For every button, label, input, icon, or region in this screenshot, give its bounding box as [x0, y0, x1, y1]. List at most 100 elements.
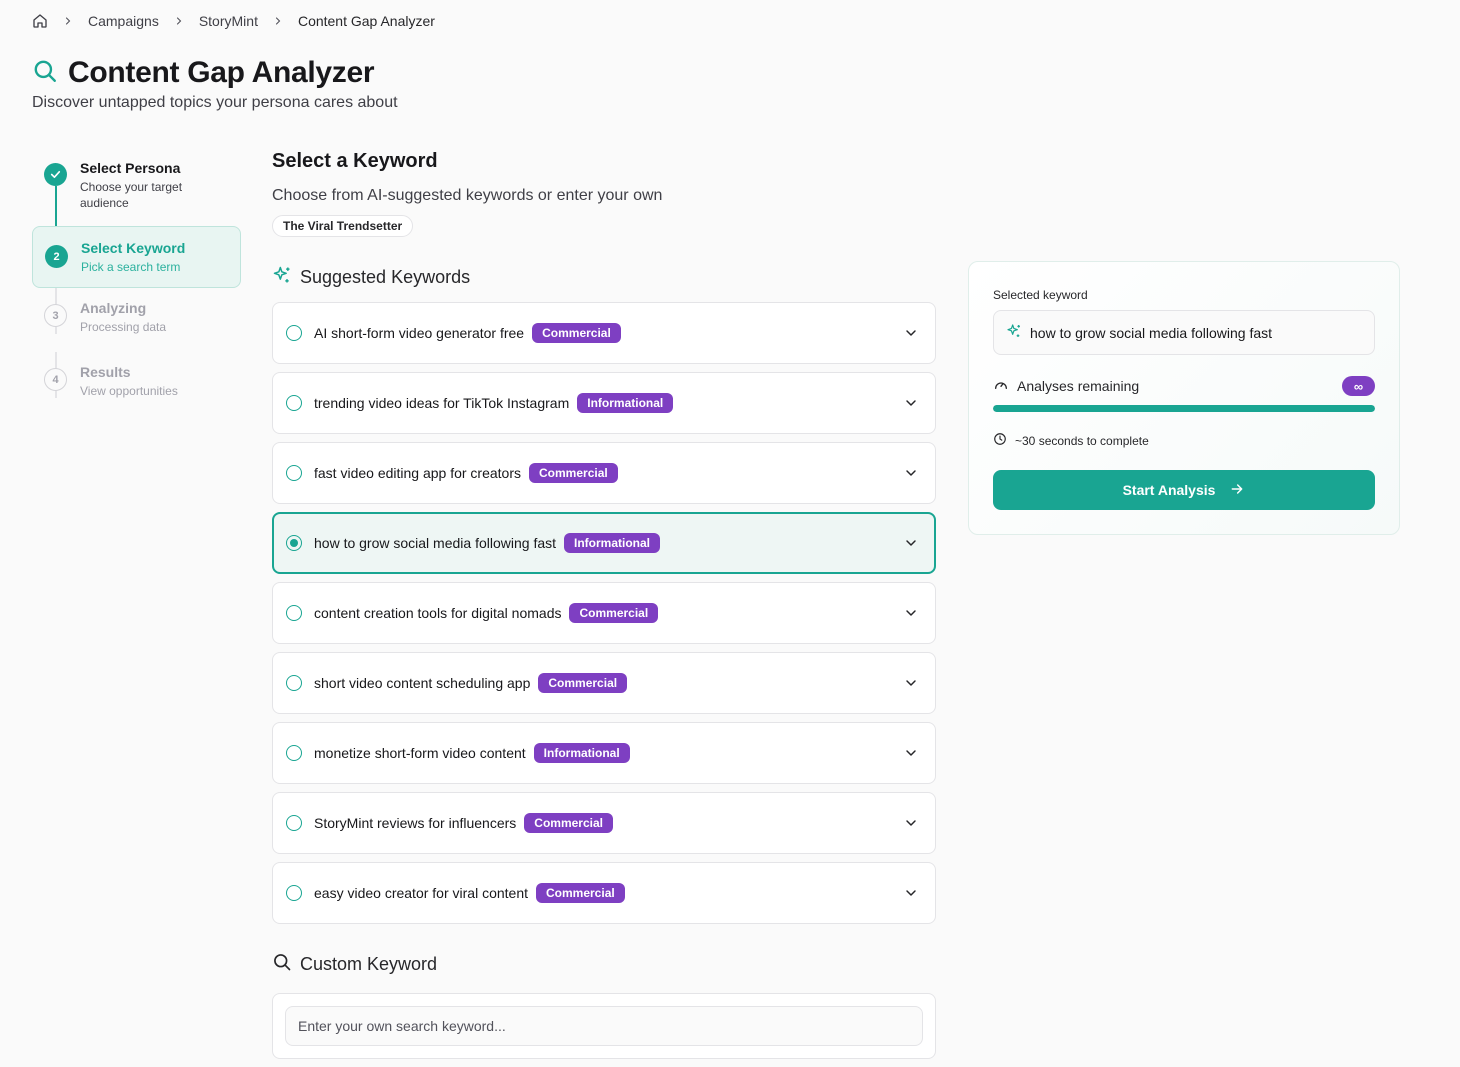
step-select-keyword[interactable]: 2 Select Keyword Pick a search term [32, 226, 241, 288]
home-icon[interactable] [32, 13, 48, 29]
breadcrumb-current: Content Gap Analyzer [297, 13, 435, 29]
progress-fill [993, 405, 1375, 412]
time-estimate-text: ~30 seconds to complete [1015, 433, 1149, 448]
main-content: Select a Keyword Choose from AI-suggeste… [272, 150, 936, 1059]
custom-keyword-box [272, 993, 936, 1059]
radio-button[interactable] [286, 815, 302, 831]
chevron-right-icon [272, 15, 284, 27]
keyword-text: easy video creator for viral content [314, 885, 528, 901]
page-header: Content Gap Analyzer [32, 56, 375, 90]
radio-button[interactable] [286, 885, 302, 901]
chevron-right-icon [62, 15, 74, 27]
radio-button[interactable] [286, 465, 302, 481]
intent-badge: Commercial [524, 813, 613, 833]
analyses-remaining-row: Analyses remaining ∞ [993, 376, 1375, 396]
step-select-persona[interactable]: Select Persona Choose your target audien… [32, 150, 241, 214]
chevron-down-icon[interactable] [903, 535, 919, 551]
step-title: Select Persona [80, 160, 181, 176]
intent-badge: Commercial [536, 883, 625, 903]
selected-keyword-value: how to grow social media following fast [1030, 324, 1273, 341]
radio-button[interactable] [286, 535, 302, 551]
chevron-down-icon[interactable] [903, 605, 919, 621]
radio-button[interactable] [286, 325, 302, 341]
step-subtitle: Pick a search term [81, 260, 181, 274]
custom-keyword-title: Custom Keyword [300, 954, 438, 974]
page-title: Content Gap Analyzer [68, 56, 375, 89]
keyword-option[interactable]: content creation tools for digital nomad… [272, 582, 936, 644]
wizard-stepper: Select Persona Choose your target audien… [32, 150, 241, 418]
keyword-list: AI short-form video generator free Commer… [272, 302, 936, 924]
analysis-summary-card: Selected keyword how to grow social medi… [968, 261, 1400, 535]
remaining-progress-bar [993, 405, 1375, 412]
step-number: 3 [44, 304, 67, 327]
page-subtitle: Discover untapped topics your persona ca… [32, 94, 398, 111]
section-description: Choose from AI-suggested keywords or ent… [272, 187, 663, 204]
chevron-down-icon[interactable] [903, 325, 919, 341]
breadcrumb-campaigns[interactable]: Campaigns [88, 13, 159, 29]
step-subtitle: Processing data [80, 320, 167, 334]
custom-keyword-heading: Custom Keyword [272, 952, 936, 977]
step-results: 4 Results View opportunities [32, 354, 241, 418]
step-analyzing: 3 Analyzing Processing data [32, 290, 241, 354]
start-analysis-label: Start Analysis [1122, 482, 1216, 498]
radio-button[interactable] [286, 675, 302, 691]
section-heading: Select a Keyword [272, 150, 438, 172]
intent-badge: Commercial [569, 603, 659, 623]
suggested-keywords-heading: Suggested Keywords [272, 265, 936, 290]
keyword-option[interactable]: StoryMint reviews for influencers Commerc… [272, 792, 936, 854]
selected-keyword-field: how to grow social media following fast [993, 310, 1375, 355]
step-number: 2 [45, 245, 68, 268]
intent-badge: Informational [577, 393, 674, 413]
start-analysis-button[interactable]: Start Analysis [993, 470, 1375, 510]
chevron-down-icon[interactable] [903, 815, 919, 831]
search-icon [272, 952, 300, 977]
intent-badge: Commercial [532, 323, 621, 343]
keyword-text: StoryMint reviews for influencers [314, 815, 517, 831]
keyword-text: monetize short-form video content [314, 745, 526, 761]
keyword-text: short video content scheduling app [314, 675, 531, 691]
step-title: Analyzing [80, 300, 147, 316]
gauge-icon [993, 377, 1017, 396]
intent-badge: Informational [533, 743, 630, 763]
keyword-option[interactable]: trending video ideas for TikTok Instagra… [272, 372, 936, 434]
step-title: Select Keyword [81, 240, 186, 256]
keyword-text: how to grow social media following fast [314, 535, 557, 551]
breadcrumb: Campaigns StoryMint Content Gap Analyzer [32, 12, 435, 30]
keyword-text: trending video ideas for TikTok Instagra… [314, 395, 570, 411]
keyword-option[interactable]: short video content scheduling app Commer… [272, 652, 936, 714]
step-subtitle: Choose your target audience [80, 180, 183, 210]
intent-badge: Commercial [538, 673, 628, 693]
suggested-keywords-title: Suggested Keywords [300, 267, 471, 287]
step-subtitle: View opportunities [80, 384, 178, 398]
clock-icon [993, 432, 1015, 449]
chevron-down-icon[interactable] [903, 745, 919, 761]
time-estimate-row: ~30 seconds to complete [993, 432, 1375, 449]
keyword-option[interactable]: how to grow social media following fast I… [272, 512, 936, 574]
analyses-remaining-label: Analyses remaining [1017, 378, 1140, 394]
arrow-right-icon [1215, 481, 1245, 500]
search-icon [32, 58, 58, 89]
breadcrumb-storymint[interactable]: StoryMint [199, 13, 258, 29]
radio-button[interactable] [286, 605, 302, 621]
chevron-down-icon[interactable] [903, 465, 919, 481]
chevron-down-icon[interactable] [903, 395, 919, 411]
persona-chip: The Viral Trendsetter [272, 215, 414, 237]
selected-keyword-label: Selected keyword [993, 288, 1088, 302]
keyword-text: content creation tools for digital nomad… [314, 605, 562, 621]
keyword-option[interactable]: AI short-form video generator free Commer… [272, 302, 936, 364]
radio-button[interactable] [286, 395, 302, 411]
chevron-down-icon[interactable] [903, 885, 919, 901]
intent-badge: Commercial [529, 463, 618, 483]
radio-button[interactable] [286, 745, 302, 761]
step-number: 4 [44, 368, 67, 391]
infinity-badge: ∞ [1342, 376, 1375, 396]
sparkles-icon [272, 265, 300, 290]
keyword-option[interactable]: easy video creator for viral content Comm… [272, 862, 936, 924]
chevron-down-icon[interactable] [903, 675, 919, 691]
keyword-text: AI short-form video generator free [314, 325, 525, 341]
check-icon [44, 163, 67, 186]
custom-keyword-input[interactable] [285, 1006, 923, 1046]
radio-dot [290, 539, 298, 547]
keyword-option[interactable]: monetize short-form video content Informa… [272, 722, 936, 784]
keyword-option[interactable]: fast video editing app for creators Comme… [272, 442, 936, 504]
